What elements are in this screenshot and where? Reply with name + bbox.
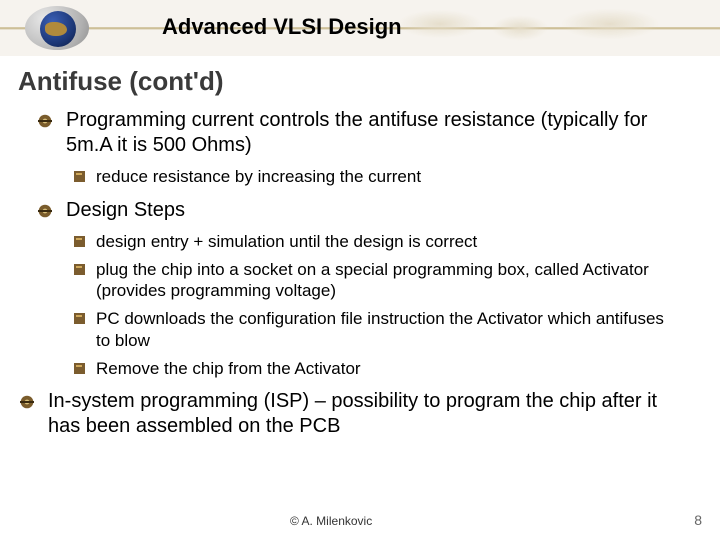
bullet-text: reduce resistance by increasing the curr… bbox=[96, 167, 421, 186]
square-bullet-icon bbox=[74, 236, 85, 247]
bullet-level2: reduce resistance by increasing the curr… bbox=[74, 166, 678, 188]
bullet-level2: PC downloads the configuration file inst… bbox=[74, 308, 678, 352]
bullet-text: design entry + simulation until the desi… bbox=[96, 232, 477, 251]
square-bullet-icon bbox=[74, 363, 85, 374]
bullet-level1: Programming current controls the antifus… bbox=[38, 108, 678, 158]
header-band: Advanced VLSI Design bbox=[0, 0, 720, 56]
ring-bullet-icon bbox=[38, 114, 52, 128]
slide-title: Antifuse (cont'd) bbox=[18, 66, 224, 97]
square-bullet-icon bbox=[74, 171, 85, 182]
bullet-text: Remove the chip from the Activator bbox=[96, 359, 361, 378]
square-bullet-icon bbox=[74, 313, 85, 324]
bullet-text: Programming current controls the antifus… bbox=[66, 109, 647, 156]
bullet-level2: Remove the chip from the Activator bbox=[74, 358, 678, 380]
bullet-level1: Design Steps bbox=[38, 198, 678, 223]
ring-bullet-icon bbox=[20, 395, 34, 409]
bullet-text: plug the chip into a socket on a special… bbox=[96, 260, 649, 301]
slide-body: Programming current controls the antifus… bbox=[38, 108, 678, 447]
footer-copyright: © A. Milenkovic bbox=[290, 514, 372, 528]
page-number: 8 bbox=[694, 512, 702, 528]
bullet-text: In-system programming (ISP) – possibilit… bbox=[48, 390, 657, 437]
ring-bullet-icon bbox=[38, 204, 52, 218]
course-title: Advanced VLSI Design bbox=[162, 14, 402, 40]
bullet-level2: design entry + simulation until the desi… bbox=[74, 231, 678, 253]
bullet-level1: In-system programming (ISP) – possibilit… bbox=[20, 389, 678, 439]
bullet-text: Design Steps bbox=[66, 199, 185, 221]
globe-icon bbox=[25, 6, 89, 50]
bullet-text: PC downloads the configuration file inst… bbox=[96, 309, 664, 350]
world-map-watermark bbox=[400, 4, 680, 50]
bullet-level2: plug the chip into a socket on a special… bbox=[74, 259, 678, 303]
square-bullet-icon bbox=[74, 264, 85, 275]
